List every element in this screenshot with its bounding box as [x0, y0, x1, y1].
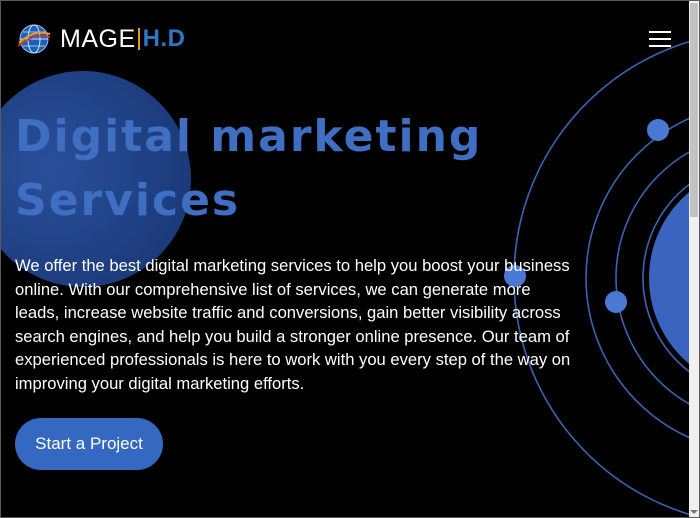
hamburger-menu-icon[interactable]	[649, 31, 671, 48]
site-logo[interactable]: MAGE H.D	[17, 22, 185, 56]
browser-viewport: MAGE H.D Digital marketing Services We o…	[0, 0, 700, 518]
start-project-button[interactable]: Start a Project	[15, 418, 163, 470]
hero-headline: Digital marketing Services	[15, 105, 482, 233]
scroll-down-arrow-icon[interactable]	[690, 510, 698, 514]
logo-separator	[137, 28, 140, 50]
menu-bar-middle	[649, 38, 671, 40]
vertical-scrollbar[interactable]	[689, 1, 699, 517]
menu-bar-top	[649, 31, 671, 33]
right-planet-shape	[649, 192, 689, 364]
logo-wordmark: MAGE H.D	[60, 24, 186, 53]
orbit-dot-top	[647, 119, 669, 141]
hero-description: We offer the best digital marketing serv…	[15, 256, 571, 393]
logo-wordmark-mage: MAGE	[60, 24, 136, 53]
menu-bar-bottom	[649, 45, 671, 47]
scrollbar-thumb[interactable]	[690, 3, 698, 217]
globe-icon	[17, 24, 51, 54]
hero-headline-line1: Digital marketing	[15, 111, 483, 162]
hero-headline-line2: Services	[15, 175, 241, 226]
logo-wordmark-hd: H.D	[142, 25, 186, 52]
orbit-dot-lower	[605, 291, 627, 313]
